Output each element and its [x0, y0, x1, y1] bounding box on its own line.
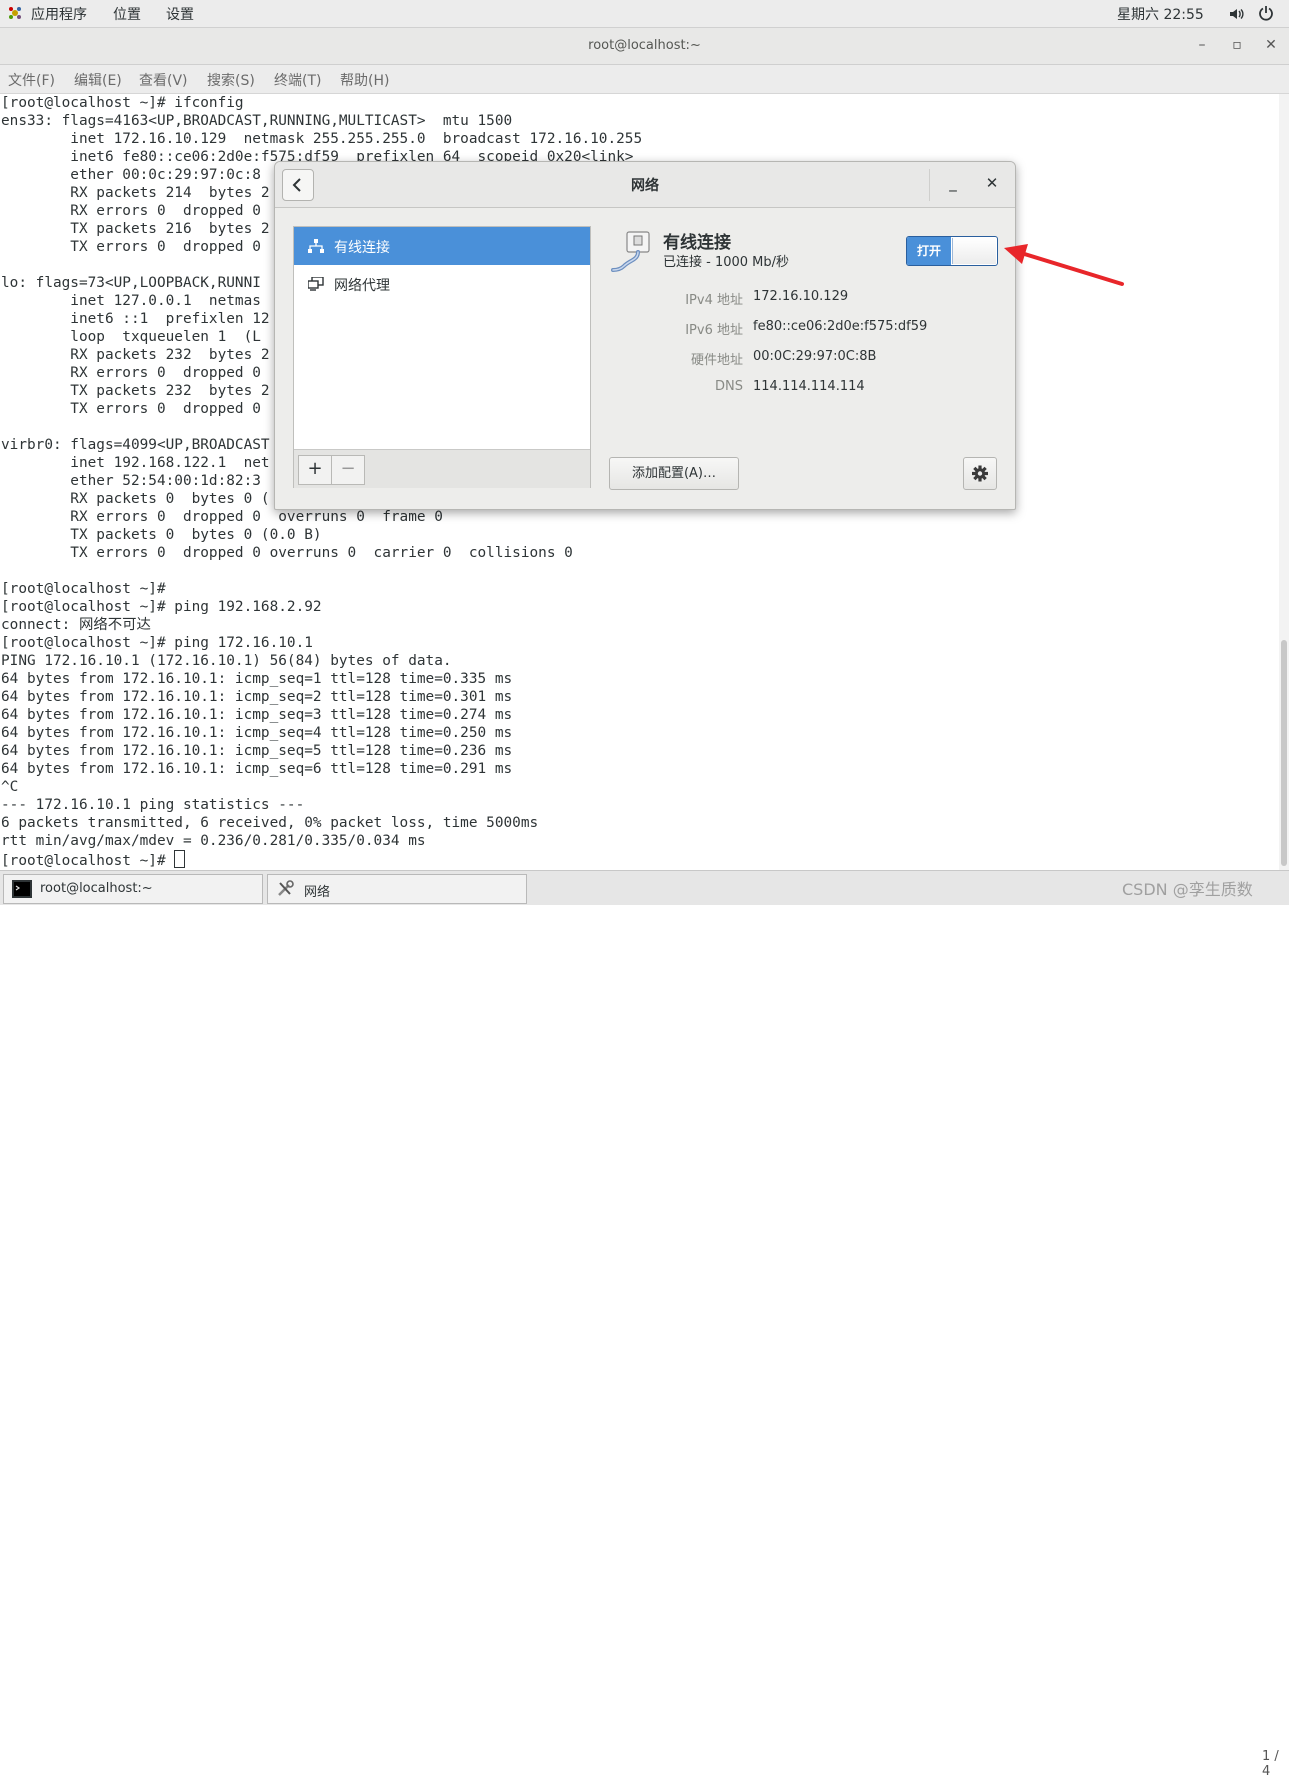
menu-file[interactable]: 文件(F): [8, 70, 55, 90]
maximize-button[interactable]: ▫: [1228, 36, 1246, 54]
terminal-menubar: 文件(F) 编辑(E) 查看(V) 搜索(S) 终端(T) 帮助(H): [0, 65, 1289, 94]
toggle-knob[interactable]: [952, 238, 996, 264]
connection-name: 有线连接: [663, 233, 731, 253]
power-icon[interactable]: [1258, 5, 1274, 21]
close-button[interactable]: ✕: [1262, 36, 1280, 54]
terminal-icon: [12, 880, 32, 898]
proxy-icon: [308, 277, 324, 291]
taskbar: root@localhost:~ 网络 1 / 4: [0, 870, 1289, 1779]
ipv6-label: IPv6 地址: [685, 323, 743, 338]
terminal-line: 64 bytes from 172.16.10.1: icmp_seq=5 tt…: [1, 743, 513, 759]
sidebar-toolbar: + −: [294, 449, 590, 488]
sidebar-item-label: 有线连接: [334, 240, 390, 256]
terminal-line: 64 bytes from 172.16.10.1: icmp_seq=4 tt…: [1, 725, 513, 741]
terminal-line: inet 172.16.10.129 netmask 255.255.255.0…: [1, 131, 643, 147]
menu-search[interactable]: 搜索(S): [207, 70, 255, 90]
wired-network-icon: [308, 239, 324, 253]
taskbar-item-label: root@localhost:~: [40, 881, 153, 896]
add-connection-button[interactable]: +: [298, 455, 332, 485]
network-sidebar: 有线连接 网络代理 + −: [293, 226, 591, 488]
terminal-line: [root@localhost ~]# ifconfig: [1, 95, 244, 111]
hardware-address-value: 00:0C:29:97:0C:8B: [753, 349, 877, 364]
applications-menu[interactable]: 应用程序: [31, 4, 87, 24]
dialog-minimize-button[interactable]: _: [943, 174, 963, 194]
terminal-line: 64 bytes from 172.16.10.1: icmp_seq=3 tt…: [1, 707, 513, 723]
ipv4-label: IPv4 地址: [685, 293, 743, 308]
top-bar: 应用程序 位置 设置 星期六 22:55: [0, 0, 1289, 28]
settings-button[interactable]: [963, 457, 997, 490]
terminal-line: ens33: flags=4163<UP,BROADCAST,RUNNING,M…: [1, 113, 513, 129]
terminal-line: TX packets 0 bytes 0 (0.0 B): [1, 527, 322, 543]
annotation-arrow: [1004, 244, 1124, 286]
clock[interactable]: 星期六 22:55: [1117, 4, 1204, 24]
watermark: CSDN @孪生质数: [1122, 880, 1253, 899]
terminal-line: TX errors 0 dropped 0 overruns 0 carrier…: [1, 545, 573, 561]
ipv4-value: 172.16.10.129: [753, 289, 849, 304]
sidebar-item-wired[interactable]: 有线连接: [294, 227, 590, 265]
terminal-line: 64 bytes from 172.16.10.1: icmp_seq=1 tt…: [1, 671, 513, 687]
taskbar-item-terminal[interactable]: root@localhost:~: [3, 874, 263, 904]
taskbar-item-network[interactable]: 网络: [267, 874, 527, 904]
dns-label: DNS: [715, 379, 743, 394]
terminal-line: 6 packets transmitted, 6 received, 0% pa…: [1, 815, 539, 831]
terminal-title: root@localhost:~: [588, 38, 701, 53]
places-menu[interactable]: 位置: [113, 4, 141, 24]
terminal-line: connect: 网络不可达: [1, 617, 151, 633]
terminal-prompt: [root@localhost ~]#: [1, 853, 175, 869]
hardware-address-label: 硬件地址: [690, 353, 743, 368]
dialog-title: 网络: [631, 178, 659, 194]
activities-icon[interactable]: [8, 6, 22, 20]
terminal-cursor: [174, 850, 186, 868]
terminal-line: [root@localhost ~]# ping 192.168.2.92: [1, 599, 322, 615]
terminal-line: ^C: [1, 779, 19, 795]
volume-icon[interactable]: [1228, 6, 1244, 22]
sidebar-item-proxy[interactable]: 网络代理: [294, 265, 590, 303]
terminal-line: 64 bytes from 172.16.10.1: icmp_seq=6 tt…: [1, 761, 513, 777]
dialog-close-button[interactable]: ✕: [982, 174, 1002, 194]
scrollbar-thumb[interactable]: [1281, 640, 1287, 866]
terminal-line: [root@localhost ~]#: [1, 581, 166, 597]
terminal-titlebar[interactable]: root@localhost:~ – ▫ ✕: [0, 28, 1289, 65]
dialog-header[interactable]: 网络 _ ✕: [275, 162, 1015, 208]
connection-toggle[interactable]: 打开: [906, 236, 998, 266]
terminal-prompt-line[interactable]: [root@localhost ~]#: [0, 850, 1278, 869]
ipv6-value: fe80::ce06:2d0e:f575:df59: [753, 319, 928, 334]
menu-view[interactable]: 查看(V): [139, 70, 188, 90]
add-profile-button[interactable]: 添加配置(A)…: [609, 457, 739, 490]
terminal-line: PING 172.16.10.1 (172.16.10.1) 56(84) by…: [1, 653, 452, 669]
terminal-line: --- 172.16.10.1 ping statistics ---: [1, 797, 305, 813]
remove-connection-button[interactable]: −: [331, 455, 365, 485]
tools-icon: [278, 880, 294, 896]
ethernet-cable-icon: [611, 231, 650, 272]
terminal-line: 64 bytes from 172.16.10.1: icmp_seq=2 tt…: [1, 689, 513, 705]
sidebar-item-label: 网络代理: [334, 278, 390, 294]
connection-status: 已连接 - 1000 Mb/秒: [663, 255, 790, 270]
taskbar-item-label: 网络: [304, 885, 331, 900]
terminal-line: [root@localhost ~]# ping 172.16.10.1: [1, 635, 313, 651]
toggle-on-label: 打开: [907, 237, 951, 265]
menu-edit[interactable]: 编辑(E): [74, 70, 122, 90]
workspace-indicator[interactable]: 1 / 4: [1262, 1749, 1289, 1779]
minimize-button[interactable]: –: [1193, 36, 1211, 54]
terminal-line: rtt min/avg/max/mdev = 0.236/0.281/0.335…: [1, 833, 426, 849]
settings-menu[interactable]: 设置: [166, 4, 194, 24]
header-divider: [929, 169, 930, 201]
menu-help[interactable]: 帮助(H): [340, 70, 389, 90]
terminal-scrollbar[interactable]: [1279, 94, 1289, 870]
network-dialog: 网络 _ ✕ 有线连接 网络代理 + − 有线连接 已连接 - 1000 Mb/…: [274, 161, 1016, 510]
dns-value: 114.114.114.114: [753, 379, 865, 394]
gear-icon: [972, 465, 988, 482]
menu-terminal[interactable]: 终端(T): [274, 70, 321, 90]
terminal-line: RX errors 0 dropped 0 overruns 0 frame 0: [1, 509, 443, 525]
